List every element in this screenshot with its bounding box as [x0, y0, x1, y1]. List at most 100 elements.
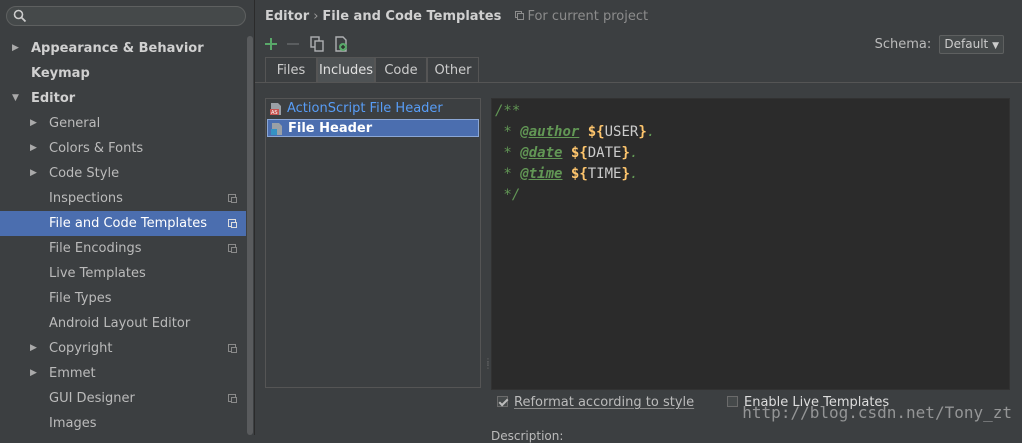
template-list-item-label: ActionScript File Header	[287, 101, 443, 116]
reformat-checkbox[interactable]	[497, 396, 508, 407]
sidebar-item-label: File Encodings	[49, 241, 142, 256]
project-scope-icon	[228, 194, 237, 203]
code-var: DATE	[587, 145, 622, 161]
sidebar-item-file-encodings[interactable]: File Encodings	[0, 236, 246, 261]
project-scope-icon	[228, 394, 237, 403]
sidebar-item-keymap[interactable]: Keymap	[0, 61, 246, 86]
sidebar-item-label: Android Layout Editor	[49, 316, 191, 331]
watermark: http://blog.csdn.net/Tony_zt	[742, 403, 1012, 422]
template-list-item[interactable]: File Header	[267, 119, 479, 137]
sidebar-item-label: Keymap	[31, 66, 90, 81]
collapsed-arrow-icon[interactable]: ▶	[30, 161, 40, 186]
description-label: Description:	[491, 429, 564, 443]
tab-code[interactable]: Code	[375, 57, 427, 82]
project-scope-note: For current project	[515, 9, 648, 24]
code-tag: @author	[520, 124, 580, 140]
breadcrumb-current: File and Code Templates	[322, 9, 502, 24]
template-list-item-label: File Header	[288, 121, 373, 136]
tabs-divider	[255, 82, 1022, 83]
sidebar-item-label: Inspections	[49, 191, 123, 206]
code-pre: *	[495, 166, 521, 182]
expanded-arrow-icon[interactable]: ▼	[12, 86, 22, 111]
code-pre: /**	[495, 103, 521, 119]
schema-selector: Schema: Default ▼	[875, 35, 1004, 54]
code-pre: *	[495, 124, 521, 140]
copy-template-button[interactable]	[307, 34, 327, 54]
project-scope-label: For current project	[527, 9, 649, 24]
reformat-option[interactable]: Reformat according to style	[497, 395, 694, 410]
settings-tree: ▶ Appearance & Behavior Keymap ▼ Editor ▶ Gene…	[0, 36, 246, 436]
collapsed-arrow-icon[interactable]: ▶	[30, 361, 40, 386]
template-list-item[interactable]: AS ActionScript File Header	[267, 100, 479, 118]
sidebar-item-appearance-behavior[interactable]: ▶ Appearance & Behavior	[0, 36, 246, 61]
sidebar-item-code-style[interactable]: ▶ Code Style	[0, 161, 246, 186]
code-dollar: ${	[570, 166, 588, 182]
sidebar-item-label: Live Templates	[49, 266, 146, 281]
sidebar-item-label: Copyright	[49, 341, 113, 356]
code-var: TIME	[587, 166, 622, 182]
code-close: }	[638, 124, 647, 140]
template-editor[interactable]: /** * @author ${USER}. * @date ${DATE}. …	[491, 98, 1010, 390]
collapsed-arrow-icon[interactable]: ▶	[30, 111, 40, 136]
remove-icon	[287, 43, 299, 45]
code-line: */	[495, 185, 520, 206]
code-close: }	[621, 166, 630, 182]
sidebar-item-colors-fonts[interactable]: ▶ Colors & Fonts	[0, 136, 246, 161]
sidebar-item-label: Images	[49, 416, 97, 431]
add-icon	[265, 38, 277, 50]
remove-template-button[interactable]	[283, 34, 303, 54]
sidebar-item-label: Editor	[31, 91, 76, 106]
add-template-button[interactable]	[261, 34, 281, 54]
file-header-icon	[270, 122, 284, 136]
sidebar-item-editor[interactable]: ▼ Editor	[0, 86, 246, 111]
schema-value: Default	[944, 37, 989, 51]
splitter-handle[interactable]: ⋮ ⋮	[484, 358, 492, 374]
sidebar-item-live-templates[interactable]: Live Templates	[0, 261, 246, 286]
code-sp	[562, 166, 570, 182]
code-line: /**	[495, 101, 520, 122]
collapsed-arrow-icon[interactable]: ▶	[12, 36, 22, 61]
project-scope-icon	[228, 219, 237, 228]
reset-icon	[335, 36, 347, 52]
collapsed-arrow-icon[interactable]: ▶	[30, 336, 40, 361]
tab-includes[interactable]: Includes	[317, 57, 375, 82]
sidebar-item-images[interactable]: Images	[0, 411, 246, 436]
code-tag: @time	[520, 166, 563, 182]
sidebar-scrollbar[interactable]	[246, 36, 254, 435]
code-sp	[579, 124, 587, 140]
copy-icon	[310, 36, 324, 52]
code-post: .	[629, 145, 639, 161]
tab-files[interactable]: Files	[265, 57, 317, 82]
sidebar-item-general[interactable]: ▶ General	[0, 111, 246, 136]
sidebar-item-copyright[interactable]: ▶ Copyright	[0, 336, 246, 361]
schema-dropdown[interactable]: Default ▼	[939, 35, 1004, 54]
sidebar-item-inspections[interactable]: Inspections	[0, 186, 246, 211]
search-input[interactable]	[29, 8, 233, 26]
dropdown-arrow-icon: ▼	[992, 41, 999, 51]
sidebar-item-label: File and Code Templates	[49, 216, 207, 231]
sidebar-item-label: Colors & Fonts	[49, 141, 144, 156]
sidebar-item-gui-designer[interactable]: GUI Designer	[0, 386, 246, 411]
settings-main-panel: Editor › File and Code Templates For curre…	[255, 0, 1022, 443]
reset-template-button[interactable]	[331, 34, 351, 54]
code-close: }	[621, 145, 630, 161]
svg-text:AS: AS	[271, 110, 278, 116]
breadcrumb: Editor › File and Code Templates For curre…	[265, 9, 648, 24]
live-templates-checkbox[interactable]	[727, 396, 738, 407]
code-line: * @author ${USER}.	[495, 122, 655, 143]
sidebar-item-label: GUI Designer	[49, 391, 135, 406]
breadcrumb-parent: Editor	[265, 9, 310, 24]
sidebar-item-file-and-code-templates[interactable]: File and Code Templates	[0, 211, 246, 236]
search-field[interactable]	[6, 6, 246, 26]
sidebar-scrollbar-thumb[interactable]	[247, 36, 253, 435]
tab-other[interactable]: Other	[427, 57, 479, 82]
collapsed-arrow-icon[interactable]: ▶	[30, 136, 40, 161]
code-var: USER	[604, 124, 639, 140]
actionscript-file-icon: AS	[269, 102, 283, 116]
sidebar-item-android-layout-editor[interactable]: Android Layout Editor	[0, 311, 246, 336]
sidebar-item-file-types[interactable]: File Types	[0, 286, 246, 311]
sidebar-item-label: Emmet	[49, 366, 96, 381]
code-line: * @date ${DATE}.	[495, 143, 638, 164]
code-sp	[562, 145, 570, 161]
sidebar-item-emmet[interactable]: ▶ Emmet	[0, 361, 246, 386]
